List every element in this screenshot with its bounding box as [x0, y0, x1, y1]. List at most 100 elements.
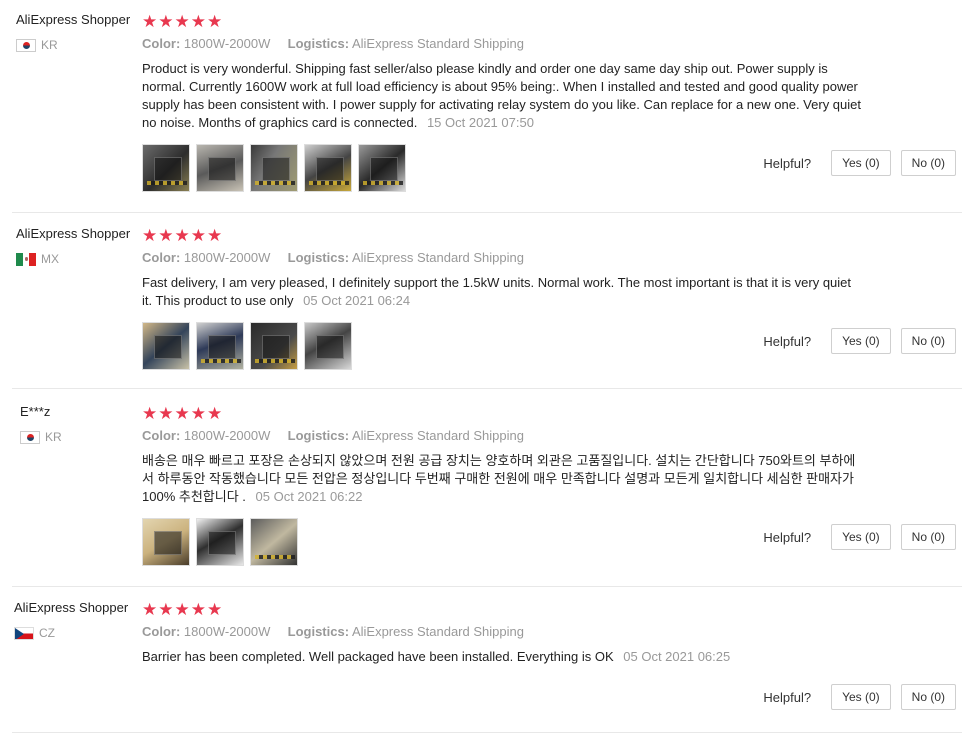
reviewer-country: CZ	[14, 626, 55, 640]
review-date: 15 Oct 2021 07:50	[426, 115, 534, 130]
review-text-block: Product is very wonderful. Shipping fast…	[142, 60, 862, 132]
logistics-value: AliExpress Standard Shipping	[351, 250, 524, 265]
helpful-yes-button[interactable]: Yes (0)	[831, 524, 891, 550]
star-icon: ★	[207, 225, 223, 245]
star-icon: ★	[174, 11, 190, 31]
review-photo-thumbnail[interactable]	[142, 518, 190, 566]
helpful-label: Helpful?	[763, 689, 812, 705]
helpful-vote: Helpful? Yes (0) No (0)	[763, 684, 956, 710]
review-date: 05 Oct 2021 06:22	[255, 489, 363, 504]
helpful-yes-button[interactable]: Yes (0)	[831, 328, 891, 354]
star-icon: ★	[190, 225, 206, 245]
star-icon: ★	[158, 599, 174, 619]
star-icon: ★	[158, 225, 174, 245]
logistics-label: Logistics:	[287, 428, 350, 443]
star-icon: ★	[158, 403, 174, 423]
mx-flag-icon	[16, 252, 36, 266]
review-photo-thumbnail[interactable]	[142, 322, 190, 370]
country-code: KR	[41, 38, 58, 52]
star-icon: ★	[158, 11, 174, 31]
star-icon: ★	[142, 11, 158, 31]
review-photo-thumbnail[interactable]	[304, 322, 352, 370]
review-photo-thumbnail[interactable]	[142, 144, 190, 192]
review-photo-thumbnail[interactable]	[196, 322, 244, 370]
helpful-no-button[interactable]: No (0)	[900, 328, 956, 354]
helpful-no-button[interactable]: No (0)	[900, 150, 956, 176]
color-label: Color:	[142, 36, 181, 51]
color-label: Color:	[142, 250, 181, 265]
star-icon: ★	[207, 11, 223, 31]
reviewer-country: MX	[16, 252, 59, 266]
review-photos	[142, 144, 406, 192]
reviewer-country: KR	[20, 430, 62, 444]
review-text: Fast delivery, I am very pleased, I defi…	[142, 275, 852, 308]
reviewer-name: AliExpress Shopper	[16, 12, 131, 27]
star-icon: ★	[190, 403, 206, 423]
helpful-yes-button[interactable]: Yes (0)	[831, 150, 891, 176]
star-icon: ★	[190, 599, 206, 619]
star-icon: ★	[174, 225, 190, 245]
star-icon: ★	[142, 225, 158, 245]
review-divider	[12, 388, 962, 389]
logistics-label: Logistics:	[287, 624, 350, 639]
review-meta: Color: 1800W-2000W Logistics: AliExpress…	[142, 250, 524, 265]
country-code: KR	[45, 430, 62, 444]
reviewer-info: AliExpress Shopper CZ	[14, 600, 138, 640]
review-divider	[12, 732, 962, 733]
review-photo-thumbnail[interactable]	[250, 322, 298, 370]
review-divider	[12, 586, 962, 587]
review-text: Barrier has been completed. Well package…	[142, 649, 614, 664]
review-photos	[142, 322, 352, 370]
review-text-block: Barrier has been completed. Well package…	[142, 648, 862, 666]
review-list: AliExpress Shopper KR ★ ★ ★ ★ ★ Color: 1800W…	[0, 0, 974, 736]
review-photo-thumbnail[interactable]	[196, 518, 244, 566]
helpful-label: Helpful?	[763, 333, 812, 349]
reviewer-country: KR	[16, 38, 58, 52]
star-icon: ★	[142, 599, 158, 619]
reviewer-info: AliExpress Shopper MX	[16, 226, 140, 266]
color-label: Color:	[142, 428, 181, 443]
reviewer-name: AliExpress Shopper	[14, 600, 129, 615]
review-photo-thumbnail[interactable]	[196, 144, 244, 192]
review-divider	[12, 212, 962, 213]
review-content: ★ ★ ★ ★ ★ Color: 1800W-2000W Logistics: AliE…	[142, 404, 862, 505]
review-date: 05 Oct 2021 06:24	[303, 293, 411, 308]
review-text-block: Fast delivery, I am very pleased, I defi…	[142, 274, 862, 310]
helpful-vote: Helpful? Yes (0) No (0)	[763, 524, 956, 550]
kr-flag-icon	[16, 38, 36, 52]
review-content: ★ ★ ★ ★ ★ Color: 1800W-2000W Logistics: AliE…	[142, 225, 862, 309]
star-icon: ★	[207, 599, 223, 619]
helpful-yes-button[interactable]: Yes (0)	[831, 684, 891, 710]
helpful-label: Helpful?	[763, 155, 812, 171]
helpful-no-button[interactable]: No (0)	[900, 684, 956, 710]
star-icon: ★	[142, 403, 158, 423]
review-date: 05 Oct 2021 06:25	[623, 649, 731, 664]
helpful-no-button[interactable]: No (0)	[900, 524, 956, 550]
review-photo-thumbnail[interactable]	[358, 144, 406, 192]
cz-flag-icon	[14, 626, 34, 640]
review-photos	[142, 518, 298, 566]
star-rating: ★ ★ ★ ★ ★	[142, 12, 862, 30]
reviewer-name: AliExpress Shopper	[16, 226, 131, 241]
color-value: 1800W-2000W	[183, 250, 271, 265]
color-value: 1800W-2000W	[183, 624, 271, 639]
review-photo-thumbnail[interactable]	[304, 144, 352, 192]
review-meta: Color: 1800W-2000W Logistics: AliExpress…	[142, 428, 524, 443]
logistics-label: Logistics:	[287, 36, 350, 51]
color-label: Color:	[142, 624, 181, 639]
star-rating: ★ ★ ★ ★ ★	[142, 404, 862, 422]
country-code: MX	[41, 252, 59, 266]
review-content: ★ ★ ★ ★ ★ Color: 1800W-2000W Logistics: AliE…	[142, 12, 862, 131]
logistics-value: AliExpress Standard Shipping	[351, 36, 524, 51]
review-text: 배송은 매우 빠르고 포장은 손상되지 않았으며 전원 공급 장치는 양호하며 …	[142, 453, 856, 504]
star-icon: ★	[174, 403, 190, 423]
reviewer-info: AliExpress Shopper KR	[16, 12, 140, 52]
review-meta: Color: 1800W-2000W Logistics: AliExpress…	[142, 624, 524, 639]
helpful-vote: Helpful? Yes (0) No (0)	[763, 328, 956, 354]
review-photo-thumbnail[interactable]	[250, 518, 298, 566]
review-photo-thumbnail[interactable]	[250, 144, 298, 192]
logistics-value: AliExpress Standard Shipping	[351, 428, 524, 443]
reviewer-name: E***z	[20, 404, 51, 419]
star-icon: ★	[190, 11, 206, 31]
review-content: ★ ★ ★ ★ ★ Color: 1800W-2000W Logistics: AliE…	[142, 599, 862, 665]
